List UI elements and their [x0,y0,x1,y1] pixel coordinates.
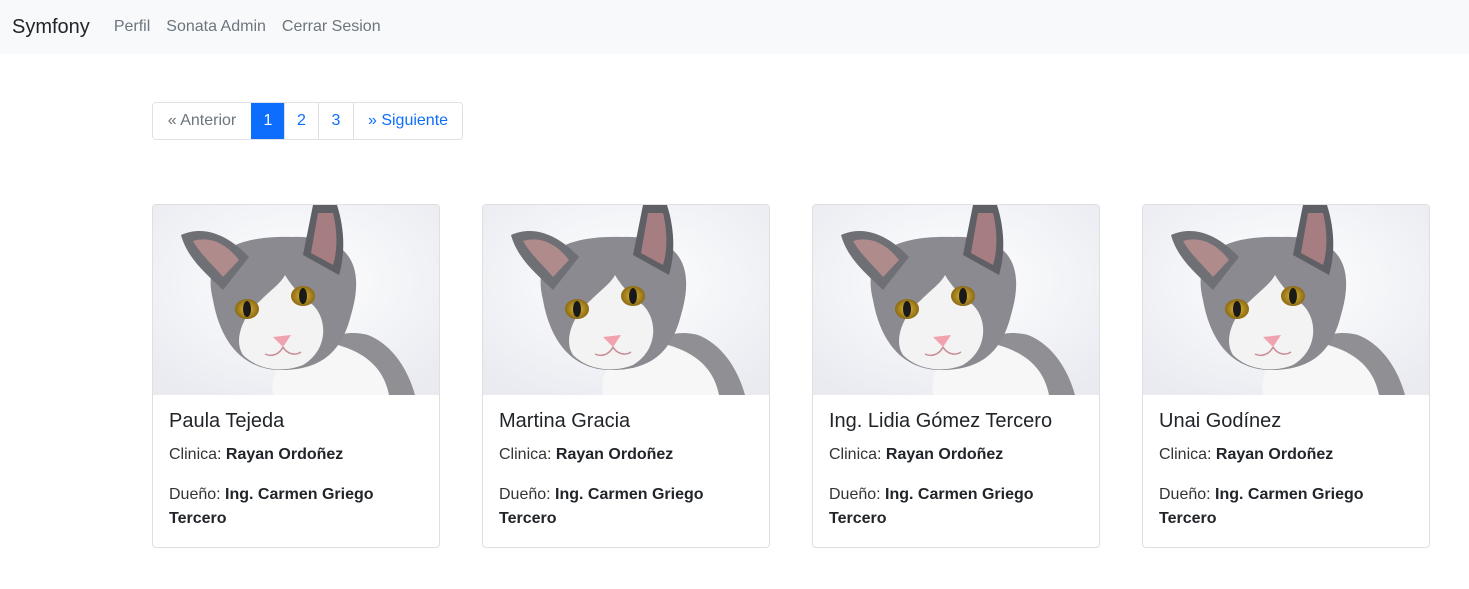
owner-label: Dueño: [1159,486,1211,503]
pet-name: Paula Tejeda [169,410,285,432]
clinic-label: Clinica: [169,446,222,463]
nav-link-sonata-admin[interactable]: Sonata Admin [166,18,266,36]
clinic-label: Clinica: [499,446,552,463]
cat-photo [483,205,769,395]
pagination-next[interactable]: » Siguiente [353,103,462,139]
owner-label: Dueño: [499,486,551,503]
pet-name: Martina Gracia [499,410,631,432]
owner-label: Dueño: [829,486,881,503]
pet-name: Unai Godínez [1159,410,1282,432]
pet-name: Ing. Lidia Gómez Tercero [829,410,1053,432]
clinic-name: Rayan Ordoñez [225,446,344,463]
pagination-page-1[interactable]: 1 [251,103,284,139]
owner-line: Dueño: Ing. Carmen Griego Tercero [829,483,1083,531]
pet-card: Ing. Lidia Gómez Tercero Clinica: Rayan … [812,204,1100,548]
clinic-line: Clinica: Rayan Ordoñez [1159,443,1413,467]
clinic-line: Clinica: Rayan Ordoñez [169,443,423,467]
navbar: Symfony Perfil Sonata Admin Cerrar Sesio… [0,0,1469,54]
nav-link-cerrar-sesion[interactable]: Cerrar Sesion [282,18,381,36]
clinic-label: Clinica: [829,446,882,463]
clinic-name: Rayan Ordoñez [885,446,1004,463]
pet-card: Unai Godínez Clinica: Rayan Ordoñez Dueñ… [1142,204,1430,548]
cat-photo [813,205,1099,395]
nav-link-perfil[interactable]: Perfil [114,18,150,36]
owner-line: Dueño: Ing. Carmen Griego Tercero [499,483,753,531]
owner-label: Dueño: [169,486,221,503]
owner-line: Dueño: Ing. Carmen Griego Tercero [1159,483,1413,531]
pagination-prev[interactable]: « Anterior [153,103,251,139]
pagination: « Anterior 1 2 3 » Siguiente [152,102,463,140]
owner-line: Dueño: Ing. Carmen Griego Tercero [169,483,423,531]
clinic-name: Rayan Ordoñez [555,446,674,463]
cat-photo [153,205,439,395]
clinic-line: Clinica: Rayan Ordoñez [499,443,753,467]
pagination-page-2[interactable]: 2 [284,103,318,139]
clinic-line: Clinica: Rayan Ordoñez [829,443,1083,467]
pet-card: Paula Tejeda Clinica: Rayan Ordoñez Dueñ… [152,204,440,548]
pagination-page-3[interactable]: 3 [318,103,353,139]
cat-photo [1143,205,1429,395]
brand-link[interactable]: Symfony [12,16,90,39]
clinic-label: Clinica: [1159,446,1212,463]
clinic-name: Rayan Ordoñez [1215,446,1334,463]
pet-card: Martina Gracia Clinica: Rayan Ordoñez Du… [482,204,770,548]
